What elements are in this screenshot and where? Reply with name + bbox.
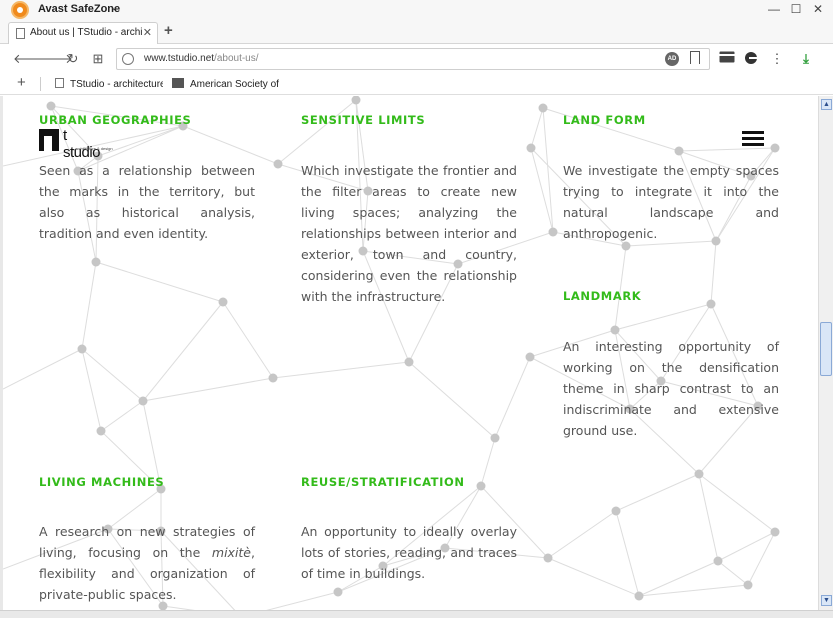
bookmark-label: American Society of La bbox=[190, 79, 280, 90]
section-title-landmark: LANDMARK bbox=[563, 289, 642, 303]
chevron-down-icon[interactable]: ⌄ bbox=[110, 2, 118, 13]
section-title-urban-geographies: URBAN GEOGRAPHIES bbox=[39, 113, 192, 127]
menu-line bbox=[742, 131, 764, 134]
site-info-icon[interactable] bbox=[122, 53, 134, 65]
bookmark-icon[interactable] bbox=[690, 51, 700, 64]
tab-title: About us | TStudio - architecture bbox=[30, 27, 142, 38]
image-icon bbox=[172, 78, 184, 88]
page-viewport: t studio architecture & design URBAN GEO… bbox=[0, 96, 833, 618]
tab-close-icon[interactable]: ✕ bbox=[143, 26, 152, 39]
url-text[interactable]: www.tstudio.net/about-us/ bbox=[144, 53, 259, 64]
reload-button[interactable]: ↻ bbox=[64, 50, 82, 68]
vertical-scrollbar[interactable]: ▲ ▼ bbox=[818, 96, 833, 610]
section-title-land-form: LAND FORM bbox=[563, 113, 646, 127]
section-title-sensitive-limits: SENSITIVE LIMITS bbox=[301, 113, 426, 127]
menu-line bbox=[742, 137, 764, 140]
window-bottom-frame bbox=[0, 610, 833, 618]
close-window-button[interactable]: ✕ bbox=[807, 0, 829, 18]
section-text-living-machines: A research on new strategies of living, … bbox=[39, 521, 255, 605]
menu-line bbox=[742, 143, 764, 146]
tab-about-us[interactable]: About us | TStudio - architecture ✕ bbox=[8, 22, 158, 44]
scrollbar-thumb[interactable] bbox=[820, 322, 832, 376]
minimize-button[interactable]: — bbox=[763, 0, 785, 18]
ad-blocker-icon[interactable]: AD bbox=[665, 52, 679, 66]
bookmark-item-tstudio[interactable]: TStudio - architecture & bbox=[55, 78, 163, 90]
page-content: t studio architecture & design URBAN GEO… bbox=[3, 96, 813, 618]
window-titlebar: Avast SafeZone ⌄ — ☐ ✕ bbox=[0, 0, 833, 20]
password-manager-icon[interactable] bbox=[743, 51, 761, 67]
navigation-bar: 🡐 🡒 ↻ ⊞ www.tstudio.net/about-us/ AD ⋮ ⤓ bbox=[0, 45, 833, 73]
section-text-sensitive-limits: Which investigate the frontier and the f… bbox=[301, 163, 517, 304]
section-text-land-form: We investigate the empty spaces trying t… bbox=[563, 163, 779, 241]
scroll-down-icon[interactable]: ▼ bbox=[821, 595, 832, 606]
card-icon[interactable] bbox=[718, 51, 736, 67]
scroll-up-icon[interactable]: ▲ bbox=[821, 99, 832, 110]
add-bookmark-button[interactable]: + bbox=[17, 74, 26, 91]
address-bar[interactable]: www.tstudio.net/about-us/ AD bbox=[116, 48, 710, 70]
forward-button[interactable]: 🡒 bbox=[38, 50, 73, 68]
section-text-landmark: An interesting opportunity of working on… bbox=[563, 339, 779, 438]
app-title: Avast SafeZone bbox=[38, 3, 121, 15]
section-title-living-machines: LIVING MACHINES bbox=[39, 475, 165, 489]
url-path: /about-us/ bbox=[214, 53, 259, 64]
maximize-button[interactable]: ☐ bbox=[785, 0, 807, 18]
download-icon[interactable]: ⤓ bbox=[797, 51, 815, 67]
bookmarks-bar: + TStudio - architecture & American Soci… bbox=[0, 73, 833, 95]
back-button[interactable]: 🡐 bbox=[13, 50, 48, 68]
text-emphasis: mixitè bbox=[211, 545, 252, 560]
apps-grid-button[interactable]: ⊞ bbox=[89, 50, 107, 68]
avast-logo-icon[interactable] bbox=[11, 1, 29, 19]
logo-tagline: architecture & design bbox=[75, 146, 113, 151]
bookmarks-divider bbox=[40, 77, 41, 91]
tab-strip: About us | TStudio - architecture ✕ + bbox=[0, 20, 833, 44]
new-tab-button[interactable]: + bbox=[164, 22, 173, 39]
tstudio-logo-mark bbox=[39, 129, 59, 151]
url-host: www.tstudio.net bbox=[144, 53, 215, 64]
bookmark-label: TStudio - architecture & bbox=[70, 79, 163, 90]
section-text-reuse-stratification: An opportunity to ideally overlay lots o… bbox=[301, 524, 517, 581]
page-icon bbox=[55, 78, 64, 88]
section-title-reuse-stratification: REUSE/STRATIFICATION bbox=[301, 475, 465, 489]
page-icon bbox=[16, 28, 25, 39]
bookmark-item-american-society[interactable]: American Society of La bbox=[172, 78, 280, 90]
hamburger-menu-icon[interactable] bbox=[742, 131, 764, 147]
browser-menu-button[interactable]: ⋮ bbox=[768, 51, 786, 67]
logo-wordmark: t studio bbox=[63, 127, 101, 161]
section-text-urban-geographies: Seen as a relationship between the marks… bbox=[39, 163, 255, 241]
